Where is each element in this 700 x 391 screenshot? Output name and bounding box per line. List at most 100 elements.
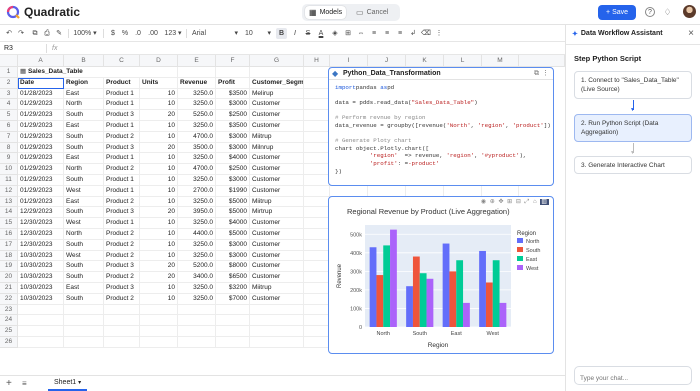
grid-cell[interactable] xyxy=(140,315,178,327)
table-cell[interactable]: 10 xyxy=(140,121,178,132)
table-cell[interactable]: 3250.0 xyxy=(178,218,216,229)
table-cell[interactable]: 01/28/2023 xyxy=(18,88,64,100)
copy-icon[interactable]: ⧉ xyxy=(30,28,40,39)
row-header[interactable]: 21 xyxy=(0,283,18,294)
close-icon[interactable]: × xyxy=(688,28,694,39)
table-cell[interactable]: 10/30/2023 xyxy=(18,272,64,283)
grid-cell[interactable] xyxy=(304,67,330,78)
table-cell[interactable]: 10 xyxy=(140,153,178,165)
grid-cell[interactable] xyxy=(330,185,368,197)
help-icon[interactable]: ? xyxy=(645,7,655,17)
decrease-decimals-button[interactable]: .0 xyxy=(132,28,144,39)
grid-cell[interactable] xyxy=(304,272,330,283)
grid-cell[interactable] xyxy=(304,153,330,165)
table-cell[interactable]: $1990 xyxy=(216,185,250,197)
more-icon[interactable]: ⋮ xyxy=(434,28,444,39)
row-header[interactable]: 4 xyxy=(0,99,18,111)
grid-cell[interactable] xyxy=(104,304,140,316)
table-column-header[interactable]: Region xyxy=(64,77,104,89)
table-cell[interactable]: $5000 xyxy=(216,207,250,219)
row-header[interactable]: 22 xyxy=(0,293,18,305)
table-cell[interactable]: $5000 xyxy=(216,229,250,240)
menu-icon[interactable]: ⋮ xyxy=(542,68,549,80)
grid-cell[interactable] xyxy=(104,315,140,327)
table-cell[interactable]: Product 2 xyxy=(104,293,140,305)
table-cell[interactable]: Product 2 xyxy=(104,131,140,143)
expand-icon[interactable]: ⧉ xyxy=(534,68,539,80)
table-cell[interactable]: 01/29/2023 xyxy=(18,131,64,143)
table-cell[interactable]: 10/30/2023 xyxy=(18,250,64,262)
grid-cell[interactable] xyxy=(250,304,304,316)
code-body[interactable]: importpandas aspd data = pdds.read_data("… xyxy=(329,80,553,179)
avatar[interactable] xyxy=(683,5,696,18)
table-cell[interactable]: 01/29/2023 xyxy=(18,175,64,186)
table-cell[interactable]: Customer xyxy=(250,229,304,240)
text-color-button[interactable]: A xyxy=(316,28,326,39)
table-cell[interactable]: East xyxy=(64,196,104,208)
table-cell[interactable]: Customer xyxy=(250,121,304,132)
chart-pane[interactable]: ◉ ⊕ ✥ ⊞ ⊟ ⤢ ⌂ ▥ Regional Revenue by Prod… xyxy=(328,196,554,354)
table-cell[interactable]: 01/29/2023 xyxy=(18,99,64,111)
table-cell[interactable]: $3000 xyxy=(216,99,250,111)
table-cell[interactable]: Product 3 xyxy=(104,261,140,273)
table-cell[interactable]: 4700.0 xyxy=(178,164,216,175)
row-header[interactable]: 25 xyxy=(0,326,18,337)
grid-cell[interactable] xyxy=(304,131,330,143)
grid-cell[interactable] xyxy=(250,326,304,337)
grid-cell[interactable] xyxy=(368,185,406,197)
row-header[interactable]: 16 xyxy=(0,229,18,240)
sheet-list-icon[interactable]: ≡ xyxy=(22,379,27,388)
table-cell[interactable]: 10 xyxy=(140,175,178,186)
grid-cell[interactable] xyxy=(250,67,304,78)
grid-cell[interactable] xyxy=(304,326,330,337)
table-cell[interactable]: 10 xyxy=(140,218,178,229)
grid-cell[interactable] xyxy=(304,121,330,132)
row-header[interactable]: 14 xyxy=(0,207,18,219)
table-cell[interactable]: Milnrup xyxy=(250,142,304,154)
column-header-g[interactable]: G xyxy=(250,55,304,67)
print-icon[interactable]: ⎙ xyxy=(42,28,52,39)
row-header[interactable]: 5 xyxy=(0,110,18,121)
grid-cell[interactable] xyxy=(304,99,330,111)
grid-cell[interactable] xyxy=(304,77,330,89)
table-cell[interactable]: South xyxy=(64,207,104,219)
column-header-h[interactable]: H xyxy=(304,55,330,67)
table-cell[interactable]: Customer xyxy=(250,250,304,262)
table-cell[interactable]: 10 xyxy=(140,88,178,100)
grid-cell[interactable] xyxy=(216,326,250,337)
table-cell[interactable]: Melirup xyxy=(250,88,304,100)
table-cell[interactable]: Customer xyxy=(250,99,304,111)
grid-cell[interactable] xyxy=(18,337,64,348)
table-cell[interactable]: Product 2 xyxy=(104,164,140,175)
grid-cell[interactable] xyxy=(304,239,330,251)
table-cell[interactable]: 3250.0 xyxy=(178,175,216,186)
table-cell[interactable]: West xyxy=(64,250,104,262)
table-cell[interactable]: 10 xyxy=(140,293,178,305)
table-cell[interactable]: Product 2 xyxy=(104,272,140,283)
table-cell[interactable]: East xyxy=(64,121,104,132)
cancel-tab[interactable]: ▭ Cancel xyxy=(352,6,392,19)
number-format-select[interactable]: 123 ▾ xyxy=(162,28,184,39)
table-cell[interactable]: 3500.0 xyxy=(178,142,216,154)
table-cell[interactable]: South xyxy=(64,110,104,121)
table-cell[interactable]: North xyxy=(64,99,104,111)
row-header[interactable]: 15 xyxy=(0,218,18,229)
grid-cell[interactable] xyxy=(304,315,330,327)
table-cell[interactable]: 10/30/2023 xyxy=(18,293,64,305)
grid-cell[interactable] xyxy=(216,315,250,327)
chat-input[interactable] xyxy=(580,371,680,386)
table-cell[interactable]: $3000 xyxy=(216,142,250,154)
column-header-c[interactable]: C xyxy=(104,55,140,67)
table-cell[interactable]: $3500 xyxy=(216,88,250,100)
grid-cell[interactable] xyxy=(304,88,330,100)
table-cell[interactable]: 3250.0 xyxy=(178,283,216,294)
row-header[interactable]: 8 xyxy=(0,142,18,154)
table-cell[interactable]: 10 xyxy=(140,164,178,175)
table-cell[interactable]: 5250.0 xyxy=(178,110,216,121)
grid-cell[interactable] xyxy=(482,185,519,197)
row-header[interactable]: 2 xyxy=(0,77,18,89)
table-cell[interactable]: 10 xyxy=(140,283,178,294)
table-cell[interactable]: Mirtrup xyxy=(250,207,304,219)
models-tab[interactable]: ▦ Models xyxy=(305,6,347,19)
table-cell[interactable]: 01/29/2023 xyxy=(18,164,64,175)
